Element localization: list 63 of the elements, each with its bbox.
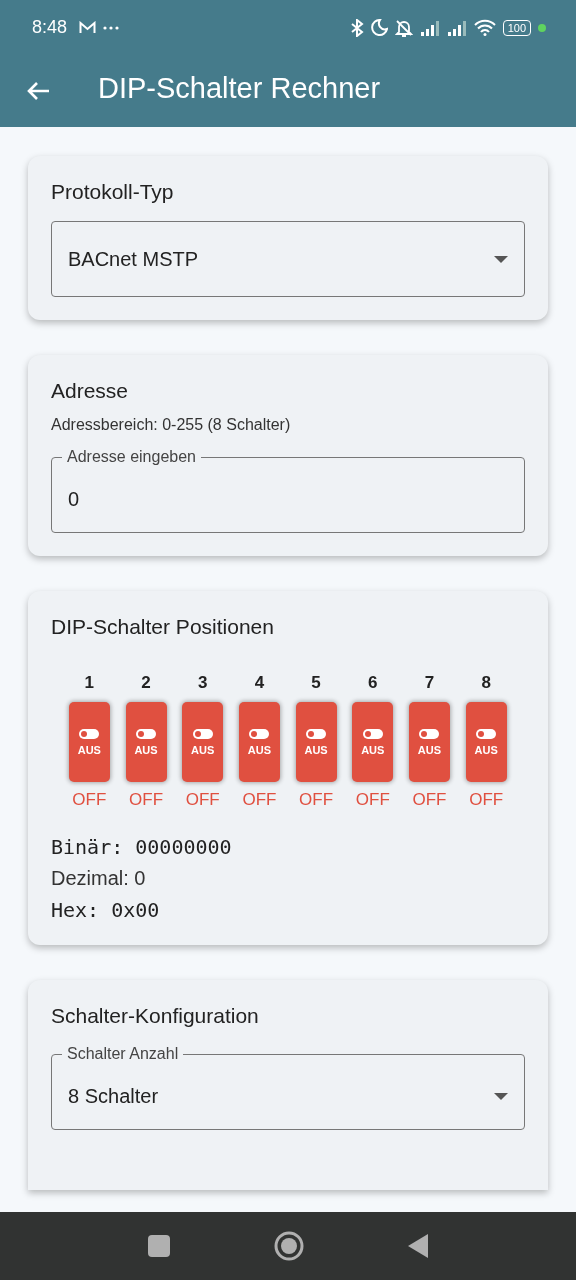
dot-icon: [538, 23, 546, 32]
toggle-icon: [249, 728, 270, 739]
card-title: Schalter-Konfiguration: [51, 1004, 260, 1028]
mail-icon: [79, 21, 97, 34]
protocol-dropdown[interactable]: BACnet MSTP: [51, 221, 525, 297]
recents-icon[interactable]: [148, 1235, 170, 1257]
switch-number: 4: [254, 673, 265, 693]
switch-count-dropdown[interactable]: Schalter Anzahl 8 Schalter: [51, 1045, 525, 1130]
toggle-icon: [136, 728, 157, 739]
switch-state: OFF: [129, 790, 164, 810]
dip-switch[interactable]: AUS: [125, 702, 167, 782]
signal-icon: [419, 19, 440, 36]
back-icon[interactable]: [408, 1234, 428, 1258]
wifi-icon: [473, 19, 496, 36]
toggle-icon: [192, 728, 213, 739]
switch-state: OFF: [72, 790, 107, 810]
card-title: Adresse: [51, 379, 130, 403]
screen-title: DIP-Schalter Rechner: [98, 71, 381, 105]
dip-switch[interactable]: AUS: [465, 702, 507, 782]
switch-state: OFF: [185, 790, 220, 810]
dropdown-arrow-icon: [494, 1092, 508, 1100]
field-label: Schalter Anzahl: [66, 1045, 180, 1063]
toggle-icon: [362, 728, 383, 739]
dip-switch[interactable]: AUS: [352, 702, 394, 782]
switch-number: 2: [141, 673, 151, 693]
decimal-value: Dezimal: 0: [51, 867, 147, 890]
field-label: Adresse eingeben: [66, 448, 197, 466]
muted-bell-icon: [394, 18, 413, 37]
switch-state: OFF: [299, 790, 334, 810]
home-icon[interactable]: [274, 1231, 304, 1261]
toggle-icon: [419, 728, 440, 739]
switch-number: 7: [424, 673, 435, 693]
bluetooth-icon: [349, 18, 364, 37]
signal-icon: [446, 19, 467, 36]
toggle-icon: [79, 728, 100, 739]
switch-state: OFF: [469, 790, 504, 810]
moon-icon: [370, 19, 388, 36]
dip-switch[interactable]: AUS: [408, 702, 450, 782]
dip-switch[interactable]: AUS: [238, 702, 280, 782]
card-title: DIP-Schalter Positionen: [51, 615, 275, 639]
address-range-text: Adressbereich: 0-255 (8 Schalter): [51, 416, 292, 434]
dip-switch[interactable]: AUS: [182, 702, 224, 782]
dropdown-arrow-icon: [494, 255, 508, 263]
binary-value: Binär: 00000000: [51, 835, 233, 859]
switch-number: 6: [368, 673, 378, 693]
clock: 8:48: [32, 17, 68, 38]
switch-number: 8: [481, 673, 491, 693]
dip-switch[interactable]: AUS: [295, 702, 337, 782]
back-arrow-icon: [26, 81, 50, 101]
card-title: Protokoll-Typ: [51, 180, 175, 204]
address-input-field[interactable]: Adresse eingeben 0: [51, 448, 525, 533]
switch-number: 1: [84, 673, 95, 693]
switch-state: OFF: [355, 790, 390, 810]
more-icon: [103, 25, 120, 30]
switch-state: OFF: [412, 790, 447, 810]
switch-state: OFF: [242, 790, 277, 810]
dip-switch[interactable]: AUS: [68, 702, 110, 782]
switch-number: 5: [311, 673, 321, 693]
toggle-icon: [476, 728, 497, 739]
switch-number: 3: [198, 673, 208, 693]
hex-value: Hex: 0x00: [51, 898, 161, 922]
battery-indicator: 100: [502, 19, 531, 36]
toggle-icon: [306, 728, 327, 739]
